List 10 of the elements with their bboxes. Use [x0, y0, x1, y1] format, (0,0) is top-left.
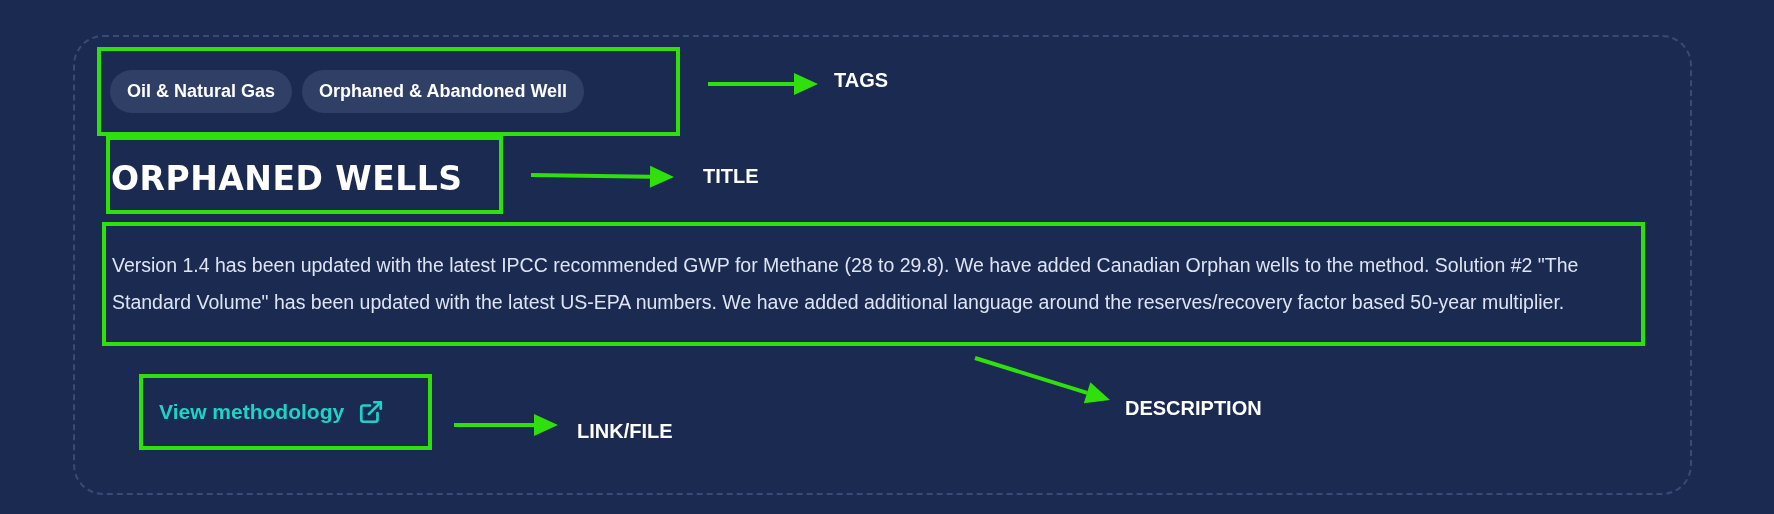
description: Version 1.4 has been updated with the latest IPCC recommended GWP for Methane (28 to 29.8). We have added Canadian Orphan wells to the method. Solution #2 "The Standard Volume" has been updated with the latest US-EPA numbers. We have added additional language around the reserves/recovery factor based 50-year multiplier. — [112, 253, 1580, 315]
annotation-label: LINK/FILE — [577, 420, 673, 443]
external-link-icon — [358, 399, 385, 425]
card-title: ORPHANED WELLS — [111, 158, 463, 198]
annotation-label: TAGS — [834, 69, 889, 92]
annotation-label: DESCRIPTION — [1125, 397, 1262, 420]
tag: Orphaned & Abandoned Well — [302, 70, 585, 113]
annotation-label: TITLE — [703, 165, 759, 188]
methodology-link[interactable]: View methodology — [159, 399, 385, 425]
tag: Oil & Natural Gas — [110, 70, 293, 113]
